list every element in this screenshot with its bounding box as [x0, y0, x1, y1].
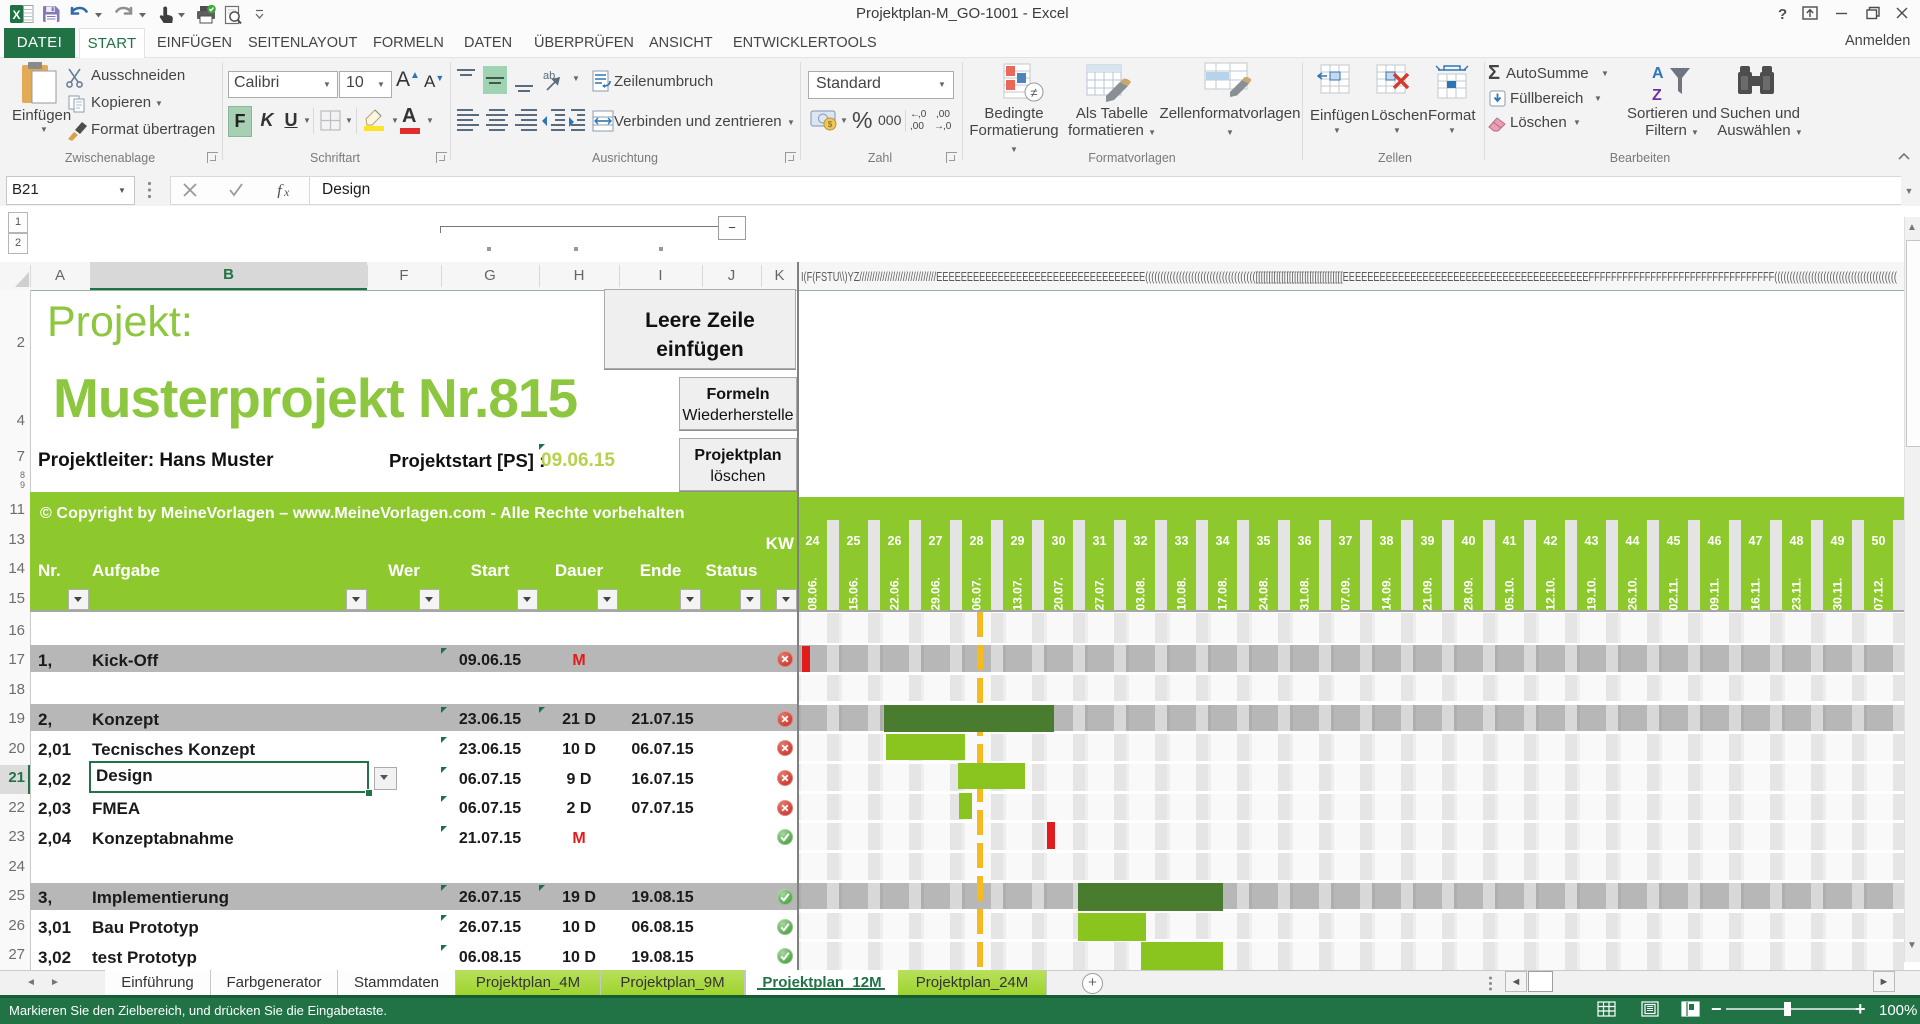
svg-text:$: $ — [828, 120, 833, 129]
svg-text:f: f — [277, 182, 284, 198]
svg-text:x: x — [283, 185, 290, 198]
svg-text:,0: ,0 — [918, 109, 927, 120]
svg-text:I(F(FSTU\\)YZ/////////////////: I(F(FSTU\\)YZ///////////////////////////… — [801, 269, 1897, 284]
svg-text:?: ? — [1778, 6, 1787, 23]
svg-text:≠: ≠ — [1030, 85, 1037, 100]
svg-text:,00: ,00 — [936, 109, 950, 120]
svg-text:,00: ,00 — [910, 121, 924, 132]
svg-text:A: A — [1652, 65, 1664, 82]
svg-text:X: X — [12, 8, 20, 22]
svg-text:,0: ,0 — [943, 121, 952, 132]
svg-text:ab: ab — [543, 70, 555, 82]
svg-text:Z: Z — [1652, 87, 1662, 104]
